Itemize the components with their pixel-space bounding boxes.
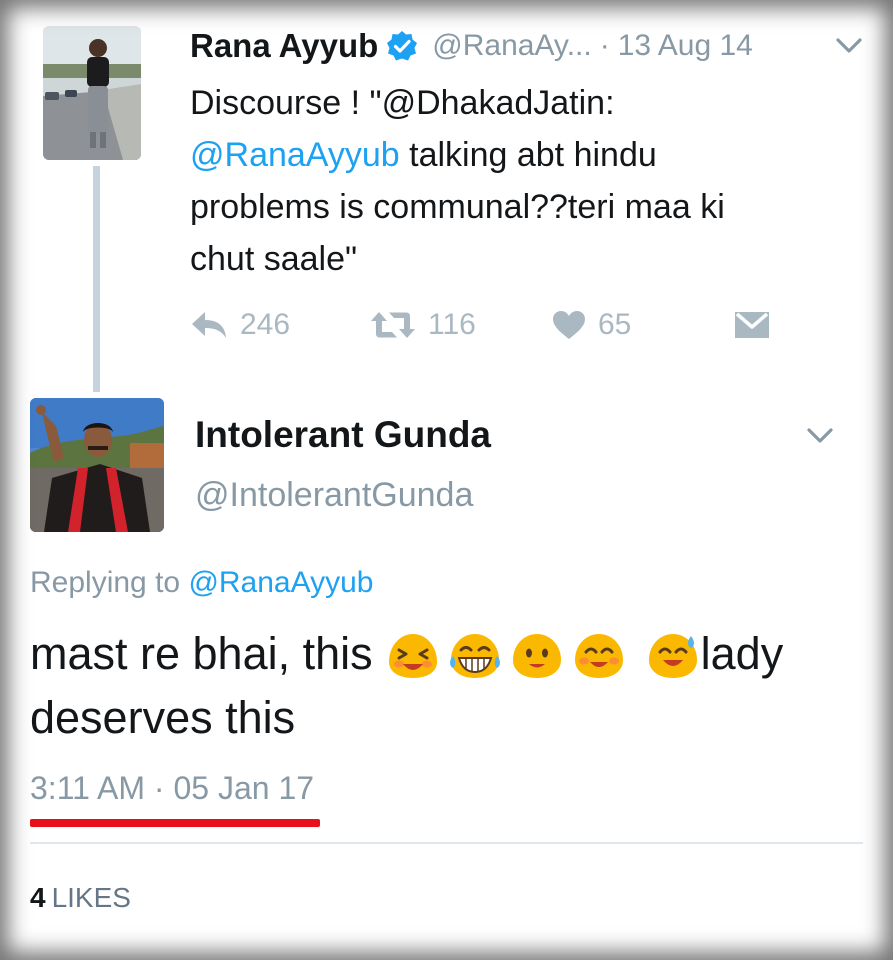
reply-button[interactable]: 246 xyxy=(190,302,290,348)
tweet1-text-fragment: talking abt hindu xyxy=(399,136,657,174)
like-button[interactable]: 65 xyxy=(552,302,631,348)
like-count: 65 xyxy=(598,308,632,341)
mention-link[interactable]: @RanaAyyub xyxy=(190,136,400,174)
red-highlight-underline xyxy=(30,819,320,827)
divider xyxy=(30,842,863,844)
smiling-emoji-icon xyxy=(512,634,561,678)
tweet2-text-fragment: mast re bhai, this xyxy=(30,628,373,679)
likes-count: 4 xyxy=(30,882,46,913)
tweet1-text-line: problems is communal??teri maa ki xyxy=(190,188,725,226)
tweet2-text: mast re bhai, this lady deserves this xyxy=(30,622,870,750)
likes-summary[interactable]: 4 LIKES xyxy=(30,882,131,914)
retweet-icon xyxy=(371,312,415,338)
tweet1-text-line: chut saale" xyxy=(190,240,358,278)
tweet2-timestamp[interactable]: 3:11 AM · 05 Jan 17 xyxy=(30,770,314,807)
reply-icon xyxy=(192,312,226,338)
verified-badge-icon xyxy=(386,30,418,62)
avatar-intolerant-gunda[interactable] xyxy=(30,398,164,532)
replying-to-line: Replying to @RanaAyyub xyxy=(30,566,373,600)
thread-connector-line xyxy=(93,166,100,392)
chevron-down-icon[interactable] xyxy=(836,38,862,54)
envelope-icon xyxy=(735,312,769,338)
tweet1-text: Discourse ! "@DhakadJatin: @RanaAyyub ta… xyxy=(190,77,850,285)
direct-message-button[interactable] xyxy=(734,302,770,348)
smiling-eyes-emoji-icon xyxy=(574,634,623,678)
tweet1-author-name[interactable]: Rana Ayyub xyxy=(190,27,378,65)
grinning-tears-emoji-icon xyxy=(449,634,500,678)
likes-label: LIKES xyxy=(51,882,131,913)
heart-icon xyxy=(553,311,585,339)
replying-to-mention[interactable]: @RanaAyyub xyxy=(188,566,373,599)
chevron-down-icon[interactable] xyxy=(807,428,833,444)
tweet1-text-line: @RanaAyyub talking abt hindu xyxy=(190,129,850,181)
tweet1-separator: · xyxy=(599,29,610,62)
reply-count: 246 xyxy=(240,308,291,341)
tweet1-text-line: Discourse ! "@DhakadJatin: xyxy=(190,84,615,122)
retweet-count: 116 xyxy=(428,308,476,341)
laughing-squint-emoji-icon xyxy=(388,634,437,678)
sweat-smile-emoji-icon xyxy=(648,634,697,678)
tweet2-text-fragment: lady xyxy=(700,628,784,679)
tweet1-handle[interactable]: @RanaAy... xyxy=(432,29,591,63)
tweet2-handle[interactable]: @IntolerantGunda xyxy=(195,476,473,515)
avatar-rana-ayyub[interactable] xyxy=(43,26,141,160)
tweet2-text-line: deserves this xyxy=(30,692,296,743)
tweet2-text-line: mast re bhai, this lady xyxy=(30,622,870,686)
replying-to-label: Replying to xyxy=(30,566,189,599)
retweet-button[interactable]: 116 xyxy=(370,302,476,348)
tweet1-action-bar: 246 116 65 xyxy=(190,302,790,348)
tweet2-author-name[interactable]: Intolerant Gunda xyxy=(195,414,491,456)
tweet1-date[interactable]: 13 Aug 14 xyxy=(618,29,753,63)
tweet1-header: Rana Ayyub @RanaAy... · 13 Aug 14 xyxy=(190,24,753,68)
